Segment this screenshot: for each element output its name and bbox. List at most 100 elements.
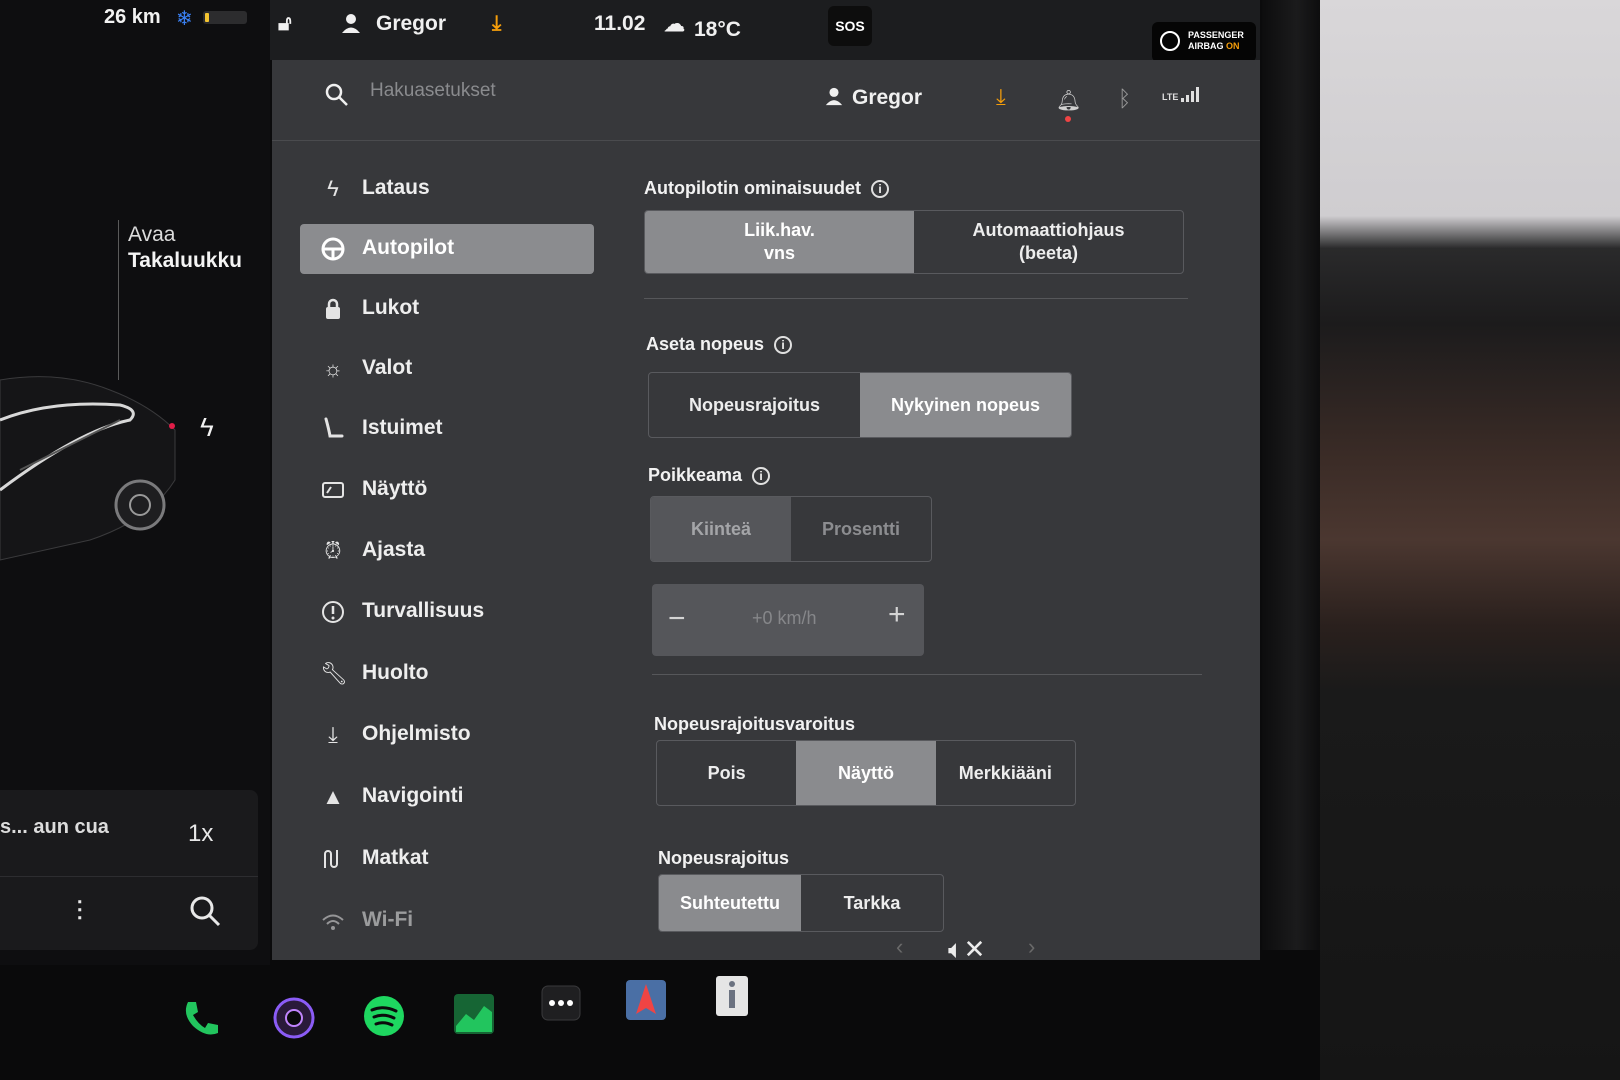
phone-icon[interactable] xyxy=(178,996,222,1040)
sos-button[interactable]: SOS xyxy=(828,6,872,46)
download-icon: ⤓ xyxy=(328,722,338,747)
open-trunk-button[interactable]: Avaa Takaluukku xyxy=(128,222,242,274)
option-fixed[interactable]: Kiinteä xyxy=(651,497,791,561)
info-icon[interactable]: i xyxy=(870,180,889,199)
settings-search-input[interactable]: Hakuasetukset xyxy=(370,80,496,102)
set-speed-selector: Nopeusrajoitus Nykyinen nopeus xyxy=(648,372,1072,438)
playback-speed-button[interactable]: 1x xyxy=(188,820,213,848)
wifi-icon xyxy=(322,914,344,930)
camera-icon[interactable] xyxy=(272,996,316,1040)
offset-type-selector: Kiinteä Prosentti xyxy=(650,496,932,562)
increment-button[interactable]: + xyxy=(888,598,906,632)
sidebar-item-wifi[interactable]: Wi-Fi xyxy=(300,896,594,946)
sidebar-item-ohjelmisto[interactable]: ⤓ Ohjelmisto xyxy=(300,710,594,760)
search-icon[interactable] xyxy=(324,82,350,108)
info-icon[interactable]: i xyxy=(752,467,771,486)
download-icon[interactable]: ⤓ xyxy=(492,12,501,36)
car-image[interactable] xyxy=(0,360,200,580)
section-speed-limit: Nopeusrajoitus xyxy=(658,848,790,868)
trunk-label: Takaluukku xyxy=(128,249,242,272)
option-relative[interactable]: Suhteutettu xyxy=(659,875,801,931)
media-player: s... aun cua 1x ⫶ xyxy=(0,790,258,950)
lock-icon xyxy=(326,298,340,319)
notification-dot xyxy=(1065,116,1071,122)
driver-profile-name[interactable]: Gregor xyxy=(376,12,446,36)
sidebar-item-turvallisuus[interactable]: Turvallisuus xyxy=(300,587,594,637)
download-icon[interactable]: ⤓ xyxy=(996,84,1006,110)
sidebar-item-navigointi[interactable]: ▲ Navigointi xyxy=(300,772,594,822)
sidebar-item-ajasta[interactable]: ⏰︎ Ajasta xyxy=(300,526,594,576)
charging-bolt-icon: ϟ xyxy=(200,412,214,442)
more-icon[interactable] xyxy=(540,982,584,1026)
screen-bezel xyxy=(1262,0,1320,1080)
sidebar-item-istuimet[interactable]: Istuimet xyxy=(300,404,594,454)
sidebar-item-lukot[interactable]: Lukot xyxy=(300,284,594,334)
trunk-action-label: Avaa xyxy=(128,223,176,246)
wrench-icon: 🔧︎ xyxy=(320,661,348,686)
sidebar-item-autopilot[interactable]: Autopilot xyxy=(300,224,594,274)
spotify-icon[interactable] xyxy=(362,994,406,1038)
section-set-speed: Aseta nopeus i xyxy=(646,334,793,355)
settings-panel: Hakuasetukset Gregor ⤓ 🔔︎ ᛒ LTE ϟ Lataus… xyxy=(272,60,1260,960)
sidebar-item-lataus[interactable]: ϟ Lataus xyxy=(300,164,594,214)
option-current-speed[interactable]: Nykyinen nopeus xyxy=(860,373,1071,437)
chevron-right-icon[interactable]: › xyxy=(1028,934,1035,960)
lte-signal-icon: LTE xyxy=(1162,86,1201,102)
mute-icon[interactable]: 🔈︎✕ xyxy=(948,934,985,966)
sidebar-item-huolto[interactable]: 🔧︎ Huolto xyxy=(300,649,594,699)
media-search-icon[interactable] xyxy=(188,894,222,928)
outside-temperature: 18°C xyxy=(694,18,741,41)
bluetooth-icon[interactable]: ᛒ xyxy=(1118,86,1131,112)
media-title: s... aun cua xyxy=(0,816,109,838)
option-autosteer-beta[interactable]: Automaattiohjaus (beeta) xyxy=(914,211,1183,273)
navigation-icon: ▲ xyxy=(322,784,344,809)
steering-wheel-icon xyxy=(321,237,345,261)
release-notes-icon[interactable] xyxy=(710,974,754,1018)
status-bar: 🔓︎ Gregor ⤓ SOS 11.02 ☁ 18°C PASSENGER AI… xyxy=(270,0,1260,62)
option-percent[interactable]: Prosentti xyxy=(791,497,931,561)
stocks-icon[interactable] xyxy=(452,992,496,1036)
airbag-icon xyxy=(1160,31,1180,51)
navigation-app-icon[interactable] xyxy=(624,978,668,1022)
decrement-button[interactable]: − xyxy=(668,602,686,636)
chevron-left-icon[interactable]: ‹ xyxy=(896,934,903,960)
bolt-icon: ϟ xyxy=(327,176,339,201)
user-icon xyxy=(342,14,360,33)
option-display[interactable]: Näyttö xyxy=(796,741,936,805)
seat-icon xyxy=(324,417,344,438)
car-status-panel: 26 km ❄ Avaa Takaluukku ϟ s... aun cua 1… xyxy=(0,0,270,965)
option-speed-limit[interactable]: Nopeusrajoitus xyxy=(649,373,860,437)
clock: 11.02 xyxy=(594,12,646,35)
offset-value: +0 km/h xyxy=(752,608,817,628)
option-off[interactable]: Pois xyxy=(657,741,796,805)
speed-limit-warning-selector: Pois Näyttö Merkkiääni xyxy=(656,740,1076,806)
option-exact[interactable]: Tarkka xyxy=(801,875,943,931)
header-divider xyxy=(272,140,1260,141)
snowflake-icon: ❄ xyxy=(176,8,193,30)
bell-icon[interactable]: 🔔︎ xyxy=(1056,88,1081,113)
equalizer-icon[interactable]: ⫶ xyxy=(76,896,83,929)
safety-icon xyxy=(322,601,344,623)
alarm-clock-icon: ⏰︎ xyxy=(324,538,342,563)
option-chime[interactable]: Merkkiääni xyxy=(936,741,1075,805)
profile-name[interactable]: Gregor xyxy=(852,86,922,110)
battery-icon xyxy=(203,11,247,24)
trips-icon xyxy=(324,850,338,868)
sidebar-item-matkat[interactable]: Matkat xyxy=(300,834,594,884)
speed-limit-selector: Suhteutettu Tarkka xyxy=(658,874,944,932)
sidebar-item-valot[interactable]: ☼ Valot xyxy=(300,344,594,394)
range-readout: 26 km xyxy=(104,6,161,28)
trunk-callout-line xyxy=(118,220,119,380)
section-offset: Poikkeama i xyxy=(648,465,771,486)
section-divider xyxy=(652,674,1202,675)
unlock-icon[interactable]: 🔓︎ xyxy=(278,12,292,36)
info-icon[interactable]: i xyxy=(774,336,793,355)
photo-background xyxy=(1290,0,1620,1080)
light-icon: ☼ xyxy=(322,356,344,381)
cloud-icon: ☁ xyxy=(664,13,685,36)
offset-stepper: − +0 km/h + xyxy=(652,584,924,656)
user-icon xyxy=(825,87,843,106)
option-traffic-aware-cruise[interactable]: Liik.hav. vns xyxy=(645,211,914,273)
sidebar-item-naytto[interactable]: Näyttö xyxy=(300,465,594,515)
section-speed-limit-warning: Nopeusrajoitusvaroitus xyxy=(654,714,856,734)
